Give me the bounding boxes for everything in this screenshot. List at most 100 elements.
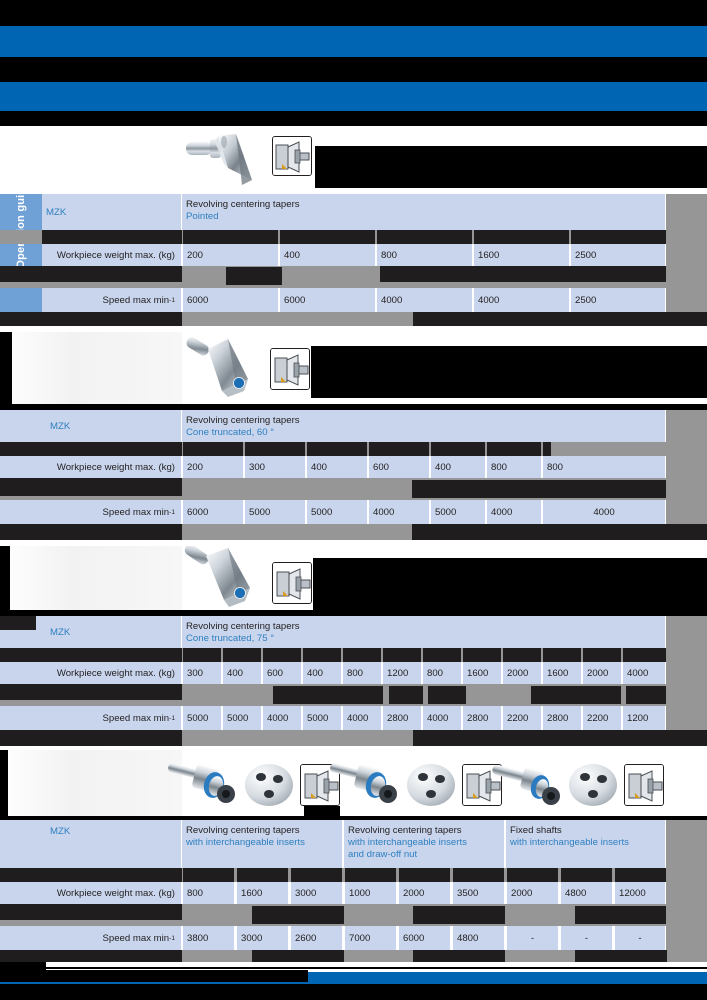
section-interchangeable-band2-redaction-a bbox=[0, 904, 182, 920]
section-cone60-band2-redaction-a bbox=[0, 478, 182, 496]
table-cell-weight: 400 bbox=[431, 456, 486, 478]
section-cone75-right-gutter-2 bbox=[666, 662, 707, 684]
table-cell-weight: 400 bbox=[307, 456, 368, 478]
section-interchangeable-image-redaction-left bbox=[0, 750, 8, 816]
section-cone60-image-redaction bbox=[311, 346, 707, 398]
section-cone75-subheader-redaction-c6 bbox=[383, 648, 421, 662]
table-cell-weight: 1000 bbox=[345, 882, 397, 904]
section-cone75-title-line1: Revolving centering tapers bbox=[186, 621, 300, 632]
section-cone75-title-cell: Revolving centering tapers Cone truncate… bbox=[182, 616, 666, 648]
table-cell-speed: 5000 bbox=[431, 500, 486, 524]
section-pointed-weight-row: Workpiece weight max. (kg) 200 400 800 1… bbox=[0, 244, 707, 266]
section-cone75-title-line2: Cone truncated, 75 ° bbox=[186, 633, 275, 644]
table-cell-weight: 1600 bbox=[237, 882, 289, 904]
weight-row-label: Workpiece weight max. (kg) bbox=[0, 882, 182, 904]
cell-value: 400 bbox=[311, 461, 328, 473]
cell-value: 4000 bbox=[373, 506, 395, 518]
footer-brand-bar-redaction bbox=[0, 970, 308, 982]
table-cell-speed: 2200 bbox=[583, 706, 622, 730]
table-cell-weight: 800 bbox=[183, 882, 235, 904]
section-cone75-band2-redaction-f bbox=[626, 686, 666, 704]
table-cell-weight: 12000 bbox=[615, 882, 666, 904]
cell-value: 800 bbox=[347, 667, 364, 679]
group-header-2: Revolving centering tapers with intercha… bbox=[344, 820, 505, 868]
cell-value: 5000 bbox=[187, 712, 209, 724]
cell-value: 1600 bbox=[547, 667, 569, 679]
table-cell-weight: 800 bbox=[543, 456, 666, 478]
cell-value: 200 bbox=[187, 461, 204, 473]
cell-value: 800 bbox=[547, 461, 564, 473]
section-cone60-subheader-redaction-c6 bbox=[487, 442, 541, 456]
interchangeable-insert-face-icon-3 bbox=[566, 762, 620, 808]
table-cell-speed: 2200 bbox=[503, 706, 542, 730]
table-cell-speed: 4000 bbox=[474, 288, 570, 312]
table-cell-speed: 4000 bbox=[263, 706, 302, 730]
section-cone75-subheader-redaction-c9 bbox=[503, 648, 541, 662]
section-cone60-weight-row: Workpiece weight max. (kg) 200 300 400 6… bbox=[0, 456, 707, 478]
mzk-label: MZK bbox=[46, 206, 67, 218]
group-2-title-line1: Revolving centering tapers bbox=[348, 825, 462, 836]
cell-value: 2200 bbox=[587, 712, 609, 724]
weight-row-label: Workpiece weight max. (kg) bbox=[0, 456, 182, 478]
section-cone60-subheader-redaction-left bbox=[0, 442, 182, 456]
section-cone75-subheader-redaction-c5 bbox=[343, 648, 381, 662]
section-cone60-right-gutter-2 bbox=[666, 456, 707, 478]
section-pointed-image-strip bbox=[0, 126, 707, 194]
header-redaction-bottom bbox=[0, 111, 707, 126]
cell-value: - bbox=[638, 932, 642, 944]
table-cell-speed: 4000 bbox=[343, 706, 382, 730]
section-interchangeable-subheader-redaction-c5 bbox=[399, 868, 450, 882]
cell-value: 400 bbox=[307, 667, 324, 679]
fixed-shaft-icon-3 bbox=[492, 760, 570, 814]
table-cell-weight: 600 bbox=[263, 662, 302, 684]
section-pointed-band3-redaction-a bbox=[0, 312, 182, 326]
section-cone60-title-line1: Revolving centering tapers bbox=[186, 415, 300, 426]
table-cell-speed: 4000 bbox=[487, 500, 542, 524]
mzk-label: MZK bbox=[50, 420, 71, 432]
section-pointed-subheader-redaction-c1 bbox=[183, 230, 278, 244]
section-cone60-white-panel bbox=[0, 332, 182, 404]
cell-value: 6000 bbox=[403, 932, 425, 944]
cell-value: 5000 bbox=[227, 712, 249, 724]
table-cell-speed: 6000 bbox=[183, 500, 244, 524]
section-interchangeable-subheader-redaction-left bbox=[0, 868, 182, 882]
table-cell-speed: 1200 bbox=[623, 706, 666, 730]
table-cell-weight: 1600 bbox=[463, 662, 502, 684]
cell-value: 4800 bbox=[565, 887, 587, 899]
table-cell-weight: 4000 bbox=[623, 662, 666, 684]
section-cone60-mzk-cell: MZK bbox=[0, 410, 182, 442]
table-cell-weight: 3500 bbox=[453, 882, 505, 904]
speed-row-label-sup: -1 bbox=[169, 714, 175, 722]
table-cell-speed: 5000 bbox=[245, 500, 306, 524]
cell-value: 12000 bbox=[619, 887, 646, 899]
section-cone60-subheader-redaction-c2 bbox=[245, 442, 305, 456]
section-pointed-image-redaction bbox=[315, 146, 707, 188]
table-cell-speed: 4000 bbox=[369, 500, 430, 524]
cell-value: 4000 bbox=[347, 712, 369, 724]
cell-value: 5000 bbox=[307, 712, 329, 724]
group-3-title-line1: Fixed shafts bbox=[510, 825, 562, 836]
table-cell-speed: 2800 bbox=[463, 706, 502, 730]
cell-value: 3000 bbox=[295, 887, 317, 899]
table-cell-speed: 5000 bbox=[307, 500, 368, 524]
cell-value: 7000 bbox=[349, 932, 371, 944]
section-cone75-right-gutter bbox=[666, 616, 707, 648]
cell-value: 2000 bbox=[511, 887, 533, 899]
table-cell-weight: 600 bbox=[369, 456, 430, 478]
section-interchangeable-band3-redaction-a bbox=[0, 950, 182, 962]
revolving-centering-taper-cone-75-icon bbox=[182, 546, 268, 610]
speed-row-label: Speed max min -1 bbox=[42, 288, 182, 312]
section-interchangeable-subheader-redaction-c6 bbox=[453, 868, 504, 882]
footer-rule bbox=[46, 967, 707, 969]
section-cone75-speed-row: Speed max min -1 5000 5000 4000 5000 4000… bbox=[0, 706, 707, 730]
catalog-page: Operation guide MZK Revolving centering … bbox=[0, 0, 707, 1000]
section-pointed-band2-redaction-a bbox=[0, 266, 182, 282]
interchangeable-insert-face-icon-2 bbox=[404, 762, 458, 808]
table-cell-weight: 2000 bbox=[583, 662, 622, 684]
group-header-1: Revolving centering tapers with intercha… bbox=[182, 820, 343, 868]
table-cell-speed: 6000 bbox=[280, 288, 376, 312]
section-interchangeable-right-gutter-2 bbox=[666, 882, 707, 904]
section-interchangeable: MZK Revolving centering tapers with inte… bbox=[0, 750, 707, 962]
section-interchangeable-band2-redaction-b bbox=[252, 906, 344, 924]
section-cone60-subheader-redaction-c1 bbox=[183, 442, 243, 456]
